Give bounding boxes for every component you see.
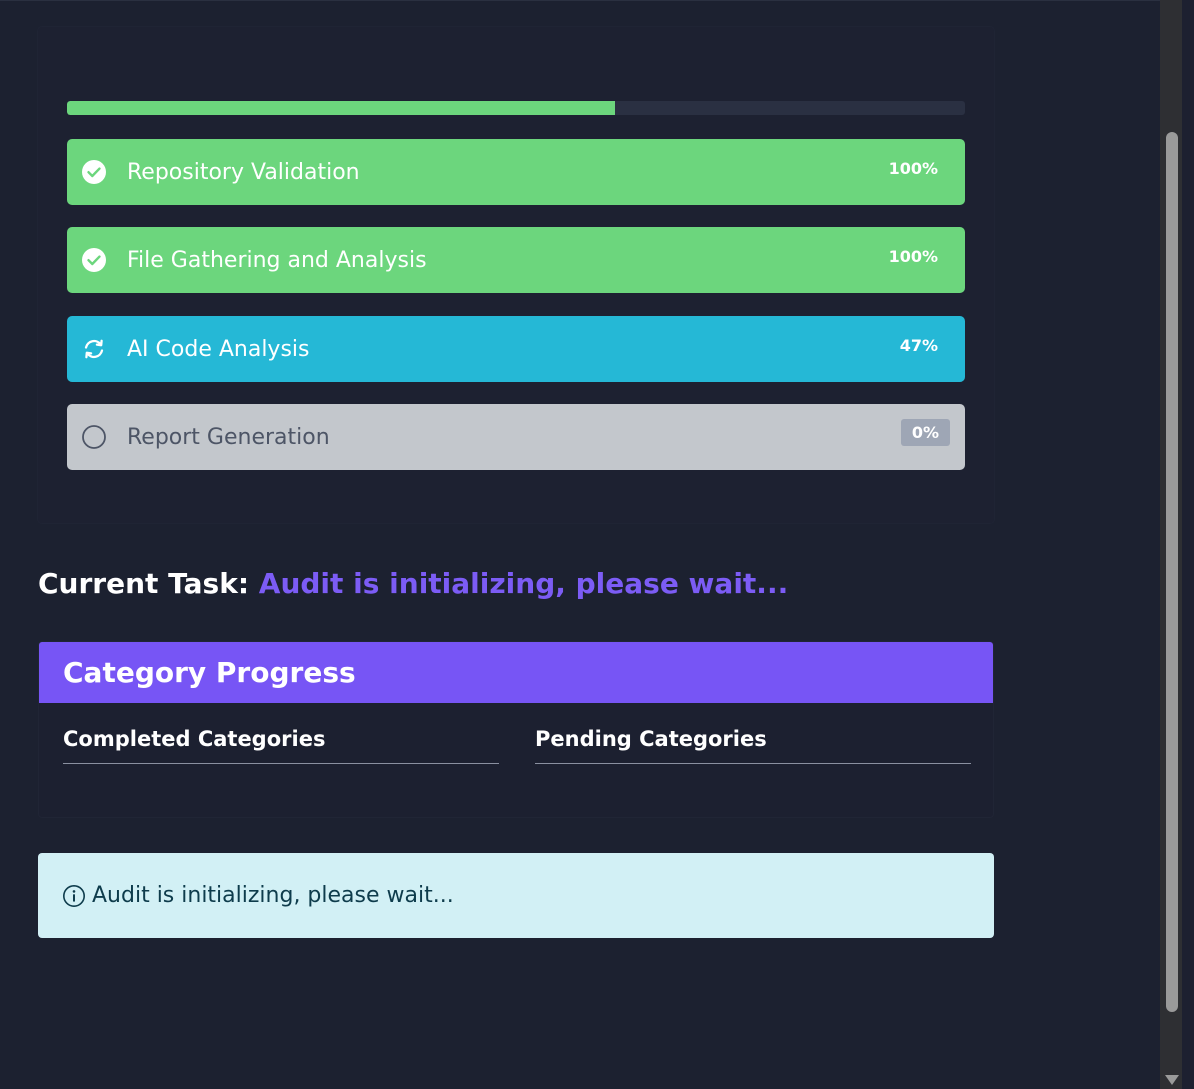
pending-categories-heading: Pending Categories bbox=[535, 727, 971, 764]
step-label: AI Code Analysis bbox=[127, 336, 310, 362]
current-task-value: Audit is initializing, please wait... bbox=[258, 567, 789, 600]
check-circle-icon bbox=[81, 159, 107, 185]
step-percent: 100% bbox=[888, 159, 938, 178]
current-task-label: Current Task: bbox=[38, 567, 250, 600]
current-task: Current Task: Audit is initializing, ple… bbox=[38, 567, 788, 600]
audit-progress-page: Repository Validation 100% File Gatherin… bbox=[0, 0, 1194, 1089]
check-circle-icon bbox=[81, 247, 107, 273]
sync-icon bbox=[81, 336, 107, 362]
step-repository-validation: Repository Validation 100% bbox=[67, 139, 965, 205]
step-label: File Gathering and Analysis bbox=[127, 247, 427, 273]
top-divider bbox=[0, 0, 1160, 1]
step-label: Repository Validation bbox=[127, 159, 360, 185]
completed-categories-heading: Completed Categories bbox=[63, 727, 499, 764]
step-label: Report Generation bbox=[127, 424, 330, 450]
info-alert: Audit is initializing, please wait... bbox=[38, 853, 994, 938]
overall-progress-bar bbox=[67, 101, 965, 115]
step-ai-code-analysis: AI Code Analysis 47% bbox=[67, 316, 965, 382]
scroll-down-arrow-icon[interactable] bbox=[1165, 1075, 1179, 1085]
scrollbar-thumb[interactable] bbox=[1166, 132, 1178, 1012]
info-icon bbox=[62, 884, 86, 908]
scrollbar[interactable] bbox=[1160, 0, 1194, 1089]
step-percent-badge: 0% bbox=[900, 419, 950, 446]
category-progress-title: Category Progress bbox=[39, 642, 993, 703]
empty-circle-icon bbox=[81, 424, 107, 450]
overall-progress-fill bbox=[67, 101, 615, 115]
scrollbar-track[interactable] bbox=[1160, 0, 1182, 1089]
step-file-gathering: File Gathering and Analysis 100% bbox=[67, 227, 965, 293]
step-percent: 100% bbox=[888, 247, 938, 266]
step-report-generation: Report Generation 0% bbox=[67, 404, 965, 470]
category-progress-card: Category Progress Completed Categories P… bbox=[38, 641, 994, 818]
info-alert-text: Audit is initializing, please wait... bbox=[92, 883, 454, 908]
step-percent: 47% bbox=[899, 336, 938, 355]
